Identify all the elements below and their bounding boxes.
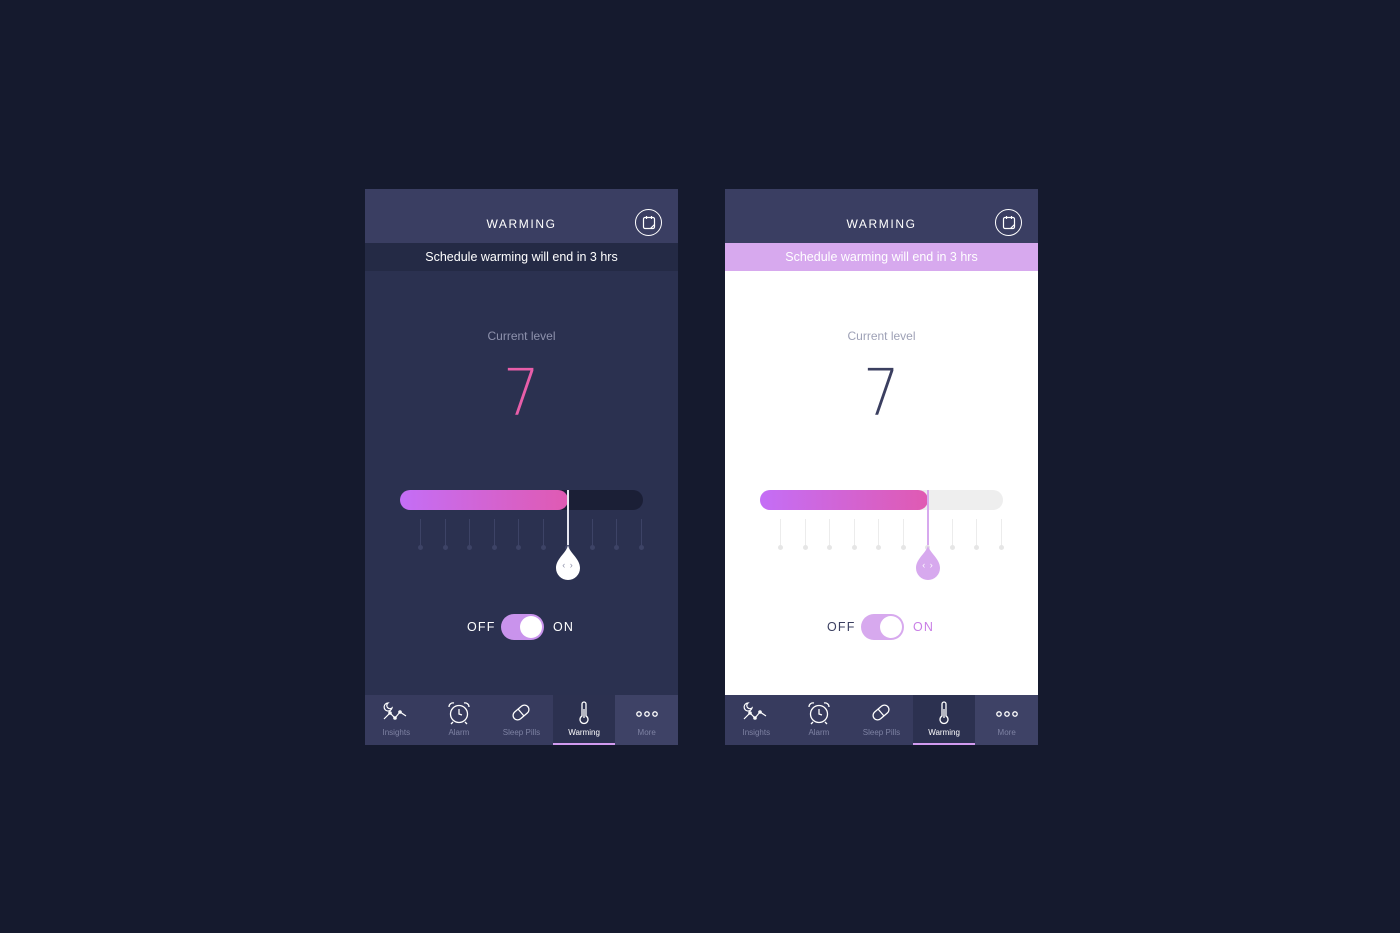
thermometer-icon	[579, 701, 589, 725]
page-title: WARMING	[846, 217, 917, 231]
current-level-value: 7	[503, 357, 540, 431]
tab-sleep-pills[interactable]: Sleep Pills	[490, 695, 553, 745]
warming-toggle[interactable]	[501, 614, 544, 640]
page-title: WARMING	[486, 217, 557, 231]
tab-alarm[interactable]: Alarm	[428, 695, 491, 745]
warming-toggle[interactable]	[861, 614, 904, 640]
slider-ticks	[400, 519, 644, 550]
slider-tick	[900, 519, 906, 550]
level-slider-fill	[400, 490, 568, 510]
slider-tick	[589, 519, 595, 550]
slider-tick	[802, 519, 808, 550]
toggle-knob	[520, 616, 542, 638]
tab-warming[interactable]: Warming	[552, 695, 616, 745]
thermometer-icon	[939, 701, 949, 725]
tab-more[interactable]: More	[975, 695, 1038, 745]
slider-handle-line	[567, 490, 569, 545]
more-dots-icon	[635, 711, 658, 717]
insights-icon	[383, 702, 407, 720]
slider-tick	[778, 519, 783, 550]
tab-label: Warming	[928, 728, 960, 737]
slider-tick	[467, 519, 472, 550]
tab-sleep-pills[interactable]: Sleep Pills	[850, 695, 913, 745]
toggle-on-label: ON	[913, 620, 935, 634]
tab-label: Insights	[382, 728, 411, 737]
tab-bar: Insights Alarm Sleep Pills Warming More	[365, 695, 678, 745]
slider-tick	[876, 519, 881, 550]
tab-label: Sleep Pills	[502, 728, 541, 737]
calendar-button[interactable]	[635, 209, 662, 236]
tab-insights[interactable]: Insights	[365, 695, 428, 745]
tab-alarm[interactable]: Alarm	[788, 695, 851, 745]
tab-insights[interactable]: Insights	[725, 695, 788, 745]
tab-more[interactable]: More	[615, 695, 678, 745]
drag-arrows-icon: ‹ ›	[922, 560, 934, 570]
active-tab-indicator	[552, 743, 616, 745]
warming-toggle-row: OFF ON	[725, 614, 1038, 640]
slider-handle[interactable]: ‹ ›	[913, 544, 943, 580]
schedule-banner: Schedule warming will end in 3 hrs	[365, 243, 678, 271]
calendar-icon	[1002, 216, 1016, 230]
tab-label: More	[997, 728, 1016, 737]
tab-label: Insights	[742, 728, 771, 737]
slider-tick	[998, 519, 1004, 550]
slider-tick	[851, 519, 857, 550]
active-tab-indicator	[912, 743, 976, 745]
slider-tick	[491, 519, 497, 550]
slider-tick	[540, 519, 546, 550]
slider-handle-line	[927, 490, 929, 545]
level-slider-track[interactable]	[400, 490, 643, 510]
toggle-on-label: ON	[553, 620, 575, 634]
current-level-label: Current level	[487, 329, 556, 343]
current-level-value: 7	[863, 357, 900, 431]
schedule-banner: Schedule warming will end in 3 hrs	[725, 243, 1038, 271]
level-slider-track[interactable]	[760, 490, 1003, 510]
slider-tick	[614, 519, 619, 550]
slider-tick	[442, 519, 448, 550]
pill-icon	[512, 704, 531, 721]
tab-label: Warming	[568, 728, 600, 737]
calendar-button[interactable]	[995, 209, 1022, 236]
tab-bar: Insights Alarm Sleep Pills Warming More	[725, 695, 1038, 745]
alarm-clock-icon	[448, 702, 470, 725]
toggle-knob	[880, 616, 902, 638]
header: WARMING	[725, 189, 1038, 243]
tab-label: More	[637, 728, 656, 737]
toggle-off-label: OFF	[827, 620, 856, 634]
slider-tick	[949, 519, 955, 550]
warming-screen-light: WARMING Schedule warming will end in 3 h…	[725, 189, 1038, 745]
tab-warming[interactable]: Warming	[912, 695, 976, 745]
tab-label: Alarm	[448, 728, 470, 737]
more-dots-icon	[995, 711, 1018, 717]
toggle-off-label: OFF	[467, 620, 496, 634]
warming-toggle-row: OFF ON	[365, 614, 678, 640]
slider-tick	[827, 519, 832, 550]
slider-tick	[516, 519, 521, 550]
current-level-label: Current level	[847, 329, 916, 343]
tab-label: Alarm	[808, 728, 830, 737]
drag-arrows-icon: ‹ ›	[562, 560, 574, 570]
insights-icon	[743, 702, 767, 720]
header: WARMING	[365, 189, 678, 243]
calendar-icon	[642, 216, 656, 230]
slider-tick	[974, 519, 979, 550]
warming-screen-dark: WARMING Schedule warming will end in 3 h…	[365, 189, 678, 745]
slider-tick	[418, 519, 423, 550]
tab-label: Sleep Pills	[862, 728, 901, 737]
slider-tick	[638, 519, 644, 550]
alarm-clock-icon	[808, 702, 830, 725]
slider-handle[interactable]: ‹ ›	[553, 544, 583, 580]
level-slider-fill	[760, 490, 928, 510]
pill-icon	[872, 704, 891, 721]
slider-ticks	[760, 519, 1004, 550]
